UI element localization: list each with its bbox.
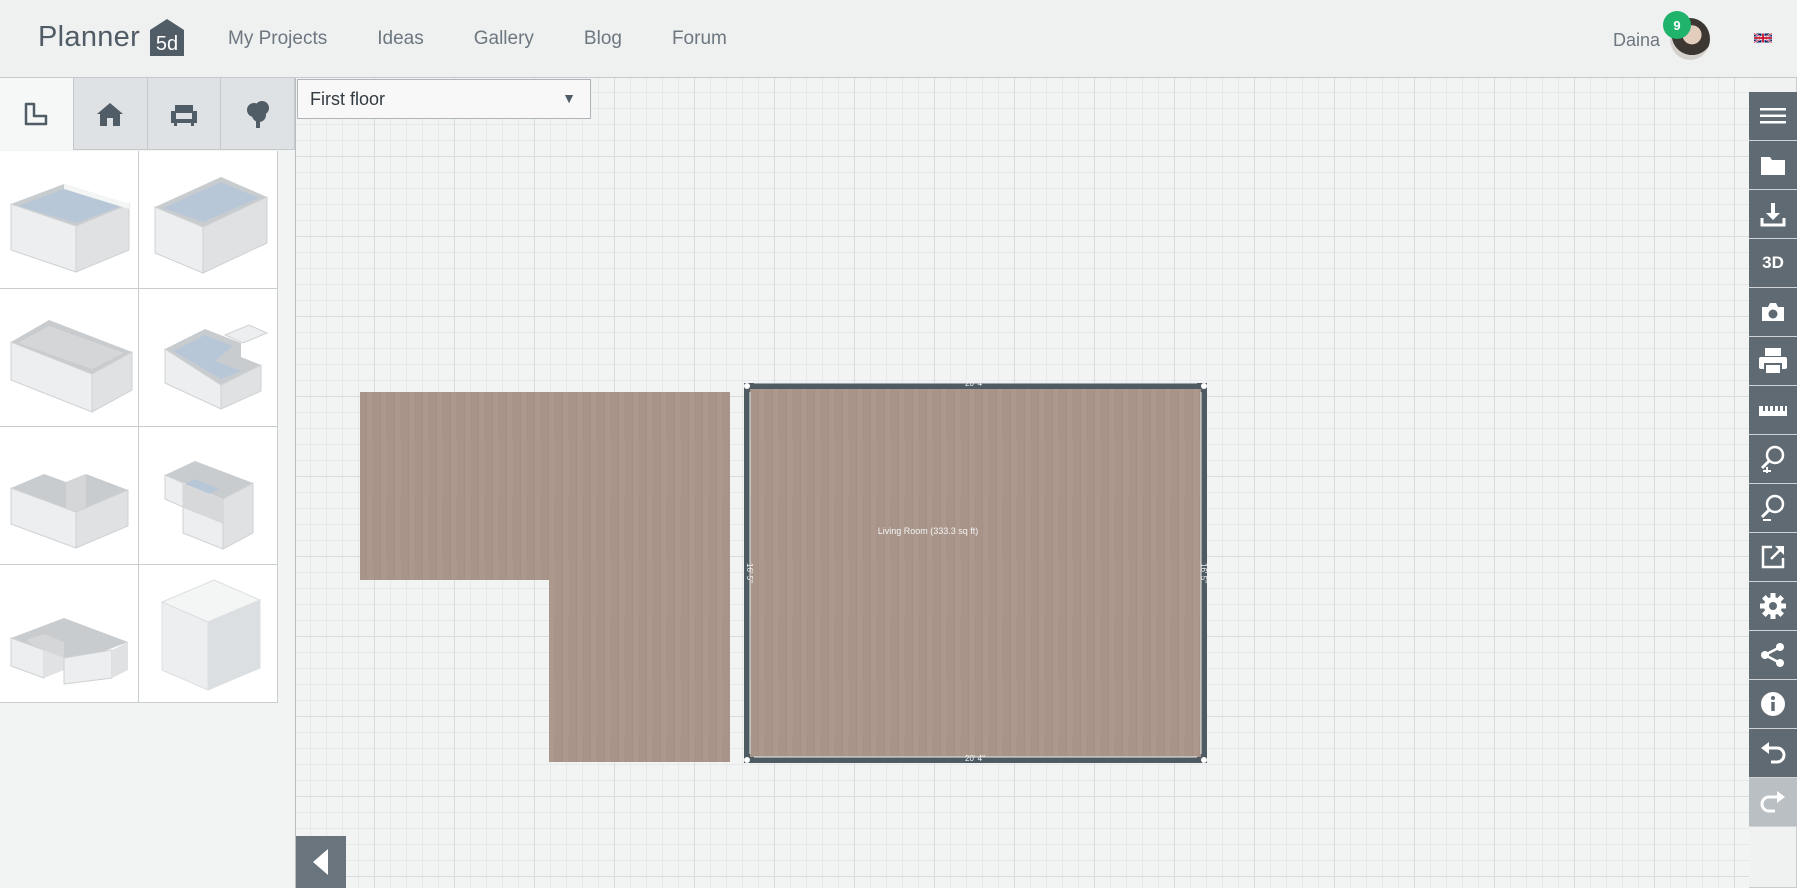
room-template-rectangle[interactable]: [0, 151, 139, 289]
room-rectangle-icon: [10, 183, 130, 273]
catalog-tabs: [0, 78, 295, 150]
floor-select[interactable]: First floor ▼: [297, 79, 591, 119]
dim-left-label: 16' 5": [745, 563, 754, 583]
share-icon: [1761, 643, 1784, 667]
room-template-l-shape[interactable]: [0, 427, 139, 565]
info-icon: [1761, 692, 1785, 716]
uk-flag-icon[interactable]: [1754, 31, 1772, 45]
room-label: Living Room (333.3 sq ft): [878, 526, 979, 536]
floor-area-l-shape: [360, 392, 730, 762]
ruler-icon: [1759, 406, 1787, 416]
nav-gallery[interactable]: Gallery: [474, 28, 534, 50]
floor-plan[interactable]: 20' 4" 20' 4" 16' 5" 16' 5" Living Room …: [296, 78, 1749, 888]
room-l-shape-icon: [10, 473, 129, 549]
menu-button[interactable]: [1749, 92, 1797, 141]
house-icon: [97, 102, 124, 126]
dim-bottom-label: 20' 4": [965, 754, 985, 763]
undo-icon: [1761, 742, 1786, 764]
open-project-button[interactable]: [1749, 141, 1797, 190]
room-square-icon: [154, 176, 268, 274]
nav-forum[interactable]: Forum: [672, 28, 727, 50]
info-button[interactable]: [1749, 680, 1797, 729]
notification-badge[interactable]: 9: [1663, 11, 1691, 39]
top-bar: Planner 5d My Projects Ideas Gallery Blo…: [0, 0, 1797, 78]
solid-block-icon: [160, 578, 262, 691]
dropdown-arrow-icon: ▼: [562, 90, 576, 106]
floor-select-value: First floor: [310, 88, 386, 109]
view-3d-button[interactable]: 3D: [1749, 239, 1797, 288]
room-template-solid-block[interactable]: [139, 565, 278, 703]
logo-text: Planner: [38, 20, 141, 53]
nav-ideas[interactable]: Ideas: [377, 28, 423, 50]
share-button[interactable]: [1749, 631, 1797, 680]
measure-button[interactable]: [1749, 386, 1797, 435]
room-template-wide[interactable]: [0, 289, 139, 427]
room-templates-grid: [0, 151, 279, 703]
logo-badge-text: 5d: [156, 33, 178, 55]
nav-my-projects[interactable]: My Projects: [228, 28, 327, 50]
tab-furniture[interactable]: [147, 78, 222, 150]
right-toolbar: 3D: [1749, 92, 1797, 827]
tab-exterior[interactable]: [221, 78, 295, 150]
print-button[interactable]: [1749, 337, 1797, 386]
tab-rooms[interactable]: [73, 78, 148, 150]
room-template-square[interactable]: [139, 151, 278, 289]
dim-right-label: 16' 5": [1199, 563, 1208, 583]
room-template-corner-cut[interactable]: [139, 427, 278, 565]
snapshot-button[interactable]: [1749, 288, 1797, 337]
external-link-icon: [1761, 545, 1785, 569]
zoom-in-button[interactable]: [1749, 435, 1797, 484]
settings-button[interactable]: [1749, 582, 1797, 631]
zoom-in-icon: [1760, 445, 1785, 473]
living-room[interactable]: 20' 4" 20' 4" 16' 5" 16' 5" Living Room …: [744, 379, 1208, 763]
camera-icon: [1762, 303, 1784, 321]
folder-icon: [1761, 157, 1785, 175]
hamburger-icon: [1760, 108, 1786, 124]
zoom-out-button[interactable]: [1749, 484, 1797, 533]
chevron-left-icon: [313, 849, 328, 875]
room-template-l-shape-low[interactable]: [0, 565, 139, 703]
room-l-notch-icon: [164, 323, 269, 410]
gear-icon: [1760, 593, 1786, 619]
zoom-out-icon: [1760, 494, 1785, 521]
redo-icon: [1760, 791, 1785, 813]
main-nav: My Projects Ideas Gallery Blog Forum: [228, 28, 727, 50]
nav-blog[interactable]: Blog: [584, 28, 622, 50]
catalog-panel: [0, 78, 296, 888]
download-icon: [1760, 203, 1786, 227]
save-button[interactable]: [1749, 190, 1797, 239]
tab-construction[interactable]: [0, 78, 74, 150]
export-button[interactable]: [1749, 533, 1797, 582]
logo[interactable]: Planner 5d: [38, 16, 188, 58]
room-l-shape-low-icon: [10, 617, 128, 685]
room-corner-cut-icon: [164, 460, 254, 550]
undo-button[interactable]: [1749, 729, 1797, 778]
logo-badge-icon: 5d: [150, 19, 185, 56]
armchair-icon: [170, 104, 197, 126]
dim-top-label: 20' 4": [965, 379, 985, 388]
collapse-panel-button[interactable]: [296, 836, 346, 888]
redo-button[interactable]: [1749, 778, 1797, 827]
room-wide-icon: [10, 319, 133, 413]
room-template-l-notch[interactable]: [139, 289, 278, 427]
printer-icon: [1759, 348, 1787, 375]
tree-icon: [246, 100, 269, 128]
user-name[interactable]: Daina: [1613, 30, 1660, 51]
wall-corner-icon: [25, 102, 48, 126]
